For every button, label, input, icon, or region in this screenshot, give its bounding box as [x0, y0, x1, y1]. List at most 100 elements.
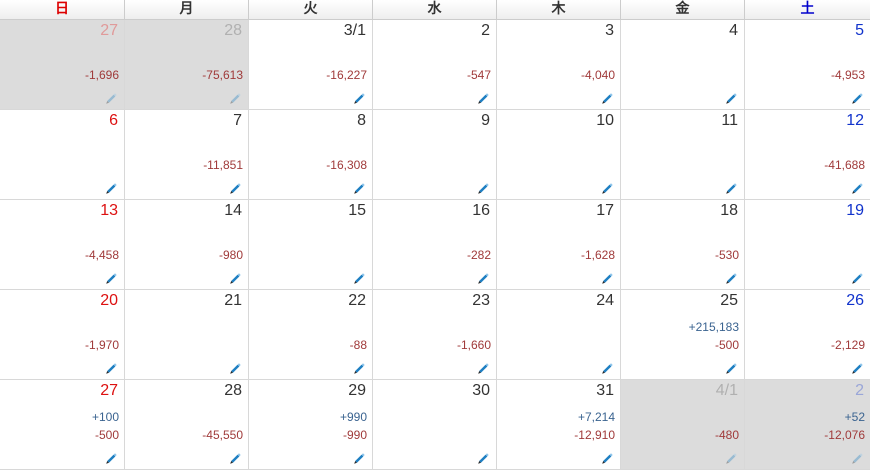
expense-amount[interactable]: -16,308 [326, 156, 367, 174]
pencil-icon[interactable] [850, 361, 864, 375]
pencil-icon[interactable] [600, 271, 614, 285]
expense-amount[interactable]: -4,953 [831, 66, 865, 84]
pencil-icon[interactable] [228, 451, 242, 465]
pencil-icon[interactable] [104, 451, 118, 465]
pencil-icon[interactable] [104, 91, 118, 105]
day-cell[interactable]: 31 +7,214 -12,910 [497, 380, 621, 470]
day-cell[interactable]: 17 -1,628 [497, 200, 621, 290]
day-cell[interactable]: 18 -530 [621, 200, 745, 290]
pencil-icon[interactable] [228, 271, 242, 285]
pencil-icon[interactable] [600, 181, 614, 195]
expense-amount[interactable]: -530 [715, 246, 739, 264]
pencil-icon[interactable] [724, 361, 738, 375]
pencil-icon[interactable] [724, 91, 738, 105]
day-cell[interactable]: 11 [621, 110, 745, 200]
pencil-icon[interactable] [352, 91, 366, 105]
expense-amount[interactable]: -41,688 [824, 156, 865, 174]
pencil-icon[interactable] [104, 361, 118, 375]
expense-amount[interactable]: -88 [350, 336, 367, 354]
day-cell[interactable]: 3/1 -16,227 [249, 20, 373, 110]
income-amount[interactable]: +990 [340, 408, 367, 426]
expense-amount[interactable]: -1,970 [85, 336, 119, 354]
expense-amount[interactable]: -990 [340, 426, 367, 444]
day-cell[interactable]: 2 +52 -12,076 [745, 380, 870, 470]
pencil-icon[interactable] [352, 271, 366, 285]
day-cell[interactable]: 24 [497, 290, 621, 380]
day-cell[interactable]: 4 [621, 20, 745, 110]
day-cell[interactable]: 5 -4,953 [745, 20, 870, 110]
pencil-icon[interactable] [724, 271, 738, 285]
day-cell[interactable]: 3 -4,040 [497, 20, 621, 110]
income-amount[interactable]: +7,214 [574, 408, 615, 426]
day-cell[interactable]: 23 -1,660 [373, 290, 497, 380]
pencil-icon[interactable] [352, 451, 366, 465]
expense-amount[interactable]: -45,550 [202, 426, 243, 444]
pencil-icon[interactable] [724, 181, 738, 195]
expense-amount[interactable]: -1,696 [85, 66, 119, 84]
expense-amount[interactable]: -4,040 [581, 66, 615, 84]
day-cell[interactable]: 27 -1,696 [0, 20, 125, 110]
day-cell[interactable]: 16 -282 [373, 200, 497, 290]
day-cell[interactable]: 26 -2,129 [745, 290, 870, 380]
expense-amount[interactable]: -500 [92, 426, 119, 444]
day-cell[interactable]: 9 [373, 110, 497, 200]
day-cell[interactable]: 6 [0, 110, 125, 200]
day-cell[interactable]: 10 [497, 110, 621, 200]
expense-amount[interactable]: -500 [689, 336, 739, 354]
pencil-icon[interactable] [850, 181, 864, 195]
expense-amount[interactable]: -16,227 [326, 66, 367, 84]
pencil-icon[interactable] [600, 361, 614, 375]
day-cell[interactable]: 4/1 -480 [621, 380, 745, 470]
pencil-icon[interactable] [850, 271, 864, 285]
day-cell[interactable]: 28 -45,550 [125, 380, 249, 470]
day-cell[interactable]: 29 +990 -990 [249, 380, 373, 470]
expense-amount[interactable]: -11,851 [203, 156, 243, 174]
expense-amount[interactable]: -2,129 [831, 336, 865, 354]
day-cell[interactable]: 30 [373, 380, 497, 470]
expense-amount[interactable]: -1,660 [457, 336, 491, 354]
day-cell[interactable]: 28 -75,613 [125, 20, 249, 110]
expense-amount[interactable]: -480 [715, 426, 739, 444]
pencil-icon[interactable] [600, 451, 614, 465]
pencil-icon[interactable] [476, 361, 490, 375]
day-cell[interactable]: 12 -41,688 [745, 110, 870, 200]
income-amount[interactable]: +52 [824, 408, 865, 426]
pencil-icon[interactable] [476, 451, 490, 465]
day-cell[interactable]: 22 -88 [249, 290, 373, 380]
pencil-icon[interactable] [850, 451, 864, 465]
expense-amount[interactable]: -12,076 [824, 426, 865, 444]
day-cell[interactable]: 14 -980 [125, 200, 249, 290]
pencil-icon[interactable] [476, 181, 490, 195]
day-cell[interactable]: 25 +215,183 -500 [621, 290, 745, 380]
income-amount[interactable]: +100 [92, 408, 119, 426]
pencil-icon[interactable] [228, 91, 242, 105]
pencil-icon[interactable] [724, 451, 738, 465]
pencil-icon[interactable] [476, 271, 490, 285]
day-cell[interactable]: 7 -11,851 [125, 110, 249, 200]
pencil-icon[interactable] [228, 361, 242, 375]
day-cell[interactable]: 20 -1,970 [0, 290, 125, 380]
pencil-icon[interactable] [104, 181, 118, 195]
day-cell[interactable]: 2 -547 [373, 20, 497, 110]
income-amount[interactable]: +215,183 [689, 318, 739, 336]
expense-amount[interactable]: -75,613 [202, 66, 243, 84]
expense-amount[interactable]: -12,910 [574, 426, 615, 444]
day-cell[interactable]: 21 [125, 290, 249, 380]
pencil-icon[interactable] [352, 181, 366, 195]
pencil-icon[interactable] [600, 91, 614, 105]
day-cell[interactable]: 15 [249, 200, 373, 290]
pencil-icon[interactable] [352, 361, 366, 375]
expense-amount[interactable]: -1,628 [581, 246, 615, 264]
pencil-icon[interactable] [850, 91, 864, 105]
expense-amount[interactable]: -4,458 [85, 246, 119, 264]
day-cell[interactable]: 13 -4,458 [0, 200, 125, 290]
pencil-icon[interactable] [104, 271, 118, 285]
day-cell[interactable]: 19 [745, 200, 870, 290]
pencil-icon[interactable] [476, 91, 490, 105]
day-cell[interactable]: 8 -16,308 [249, 110, 373, 200]
day-cell[interactable]: 27 +100 -500 [0, 380, 125, 470]
expense-amount[interactable]: -980 [219, 246, 243, 264]
expense-amount[interactable]: -547 [467, 66, 491, 84]
expense-amount[interactable]: -282 [467, 246, 491, 264]
pencil-icon[interactable] [228, 181, 242, 195]
